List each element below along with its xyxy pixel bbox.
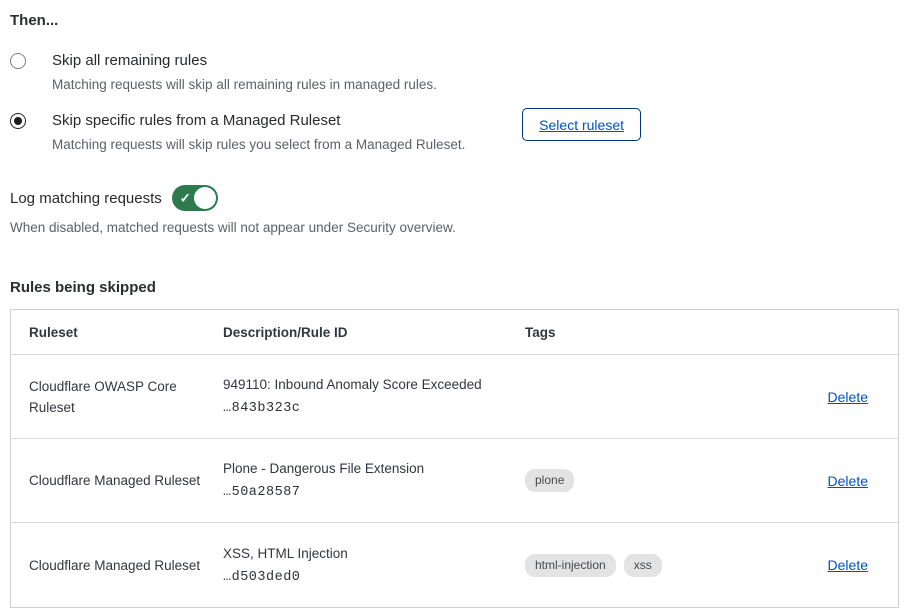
ruleset-name: Cloudflare Managed Ruleset xyxy=(29,555,223,576)
rule-tags: plone xyxy=(525,469,765,492)
radio-label-skip-all[interactable]: Skip all remaining rules xyxy=(52,51,437,71)
waf-rule-action-page: Then... Skip all remaining rules Matchin… xyxy=(0,0,911,614)
tag-badge: plone xyxy=(525,469,574,492)
toggle-check-icon: ✓ xyxy=(180,192,191,205)
log-matching-requests-label: Log matching requests xyxy=(10,190,162,207)
rule-description: Plone - Dangerous File Extension xyxy=(223,461,511,476)
rule-tags: html-injection xss xyxy=(525,554,765,577)
rules-table-title: Rules being skipped xyxy=(10,279,901,296)
table-row: Cloudflare Managed Ruleset XSS, HTML Inj… xyxy=(11,523,898,607)
radio-selected-icon[interactable] xyxy=(10,113,26,129)
column-header-ruleset: Ruleset xyxy=(29,325,223,340)
rule-id: …50a28587 xyxy=(223,485,511,500)
radio-option-skip-all[interactable]: Skip all remaining rules Matching reques… xyxy=(10,51,901,93)
ruleset-name: Cloudflare OWASP Core Ruleset xyxy=(29,376,223,418)
radio-option-skip-specific[interactable]: Skip specific rules from a Managed Rules… xyxy=(10,111,465,153)
rules-being-skipped-table: Ruleset Description/Rule ID Tags Cloudfl… xyxy=(10,309,899,608)
tag-badge: xss xyxy=(624,554,662,577)
column-header-tags: Tags xyxy=(525,325,765,340)
toggle-knob xyxy=(194,187,216,209)
radio-desc-skip-specific: Matching requests will skip rules you se… xyxy=(52,136,465,153)
radio-desc-skip-all: Matching requests will skip all remainin… xyxy=(52,76,437,93)
table-row: Cloudflare Managed Ruleset Plone - Dange… xyxy=(11,439,898,523)
rule-id: …d503ded0 xyxy=(223,570,511,585)
column-header-description: Description/Rule ID xyxy=(223,325,525,340)
table-row: Cloudflare OWASP Core Ruleset 949110: In… xyxy=(11,355,898,439)
radio-unselected-icon[interactable] xyxy=(10,53,26,69)
rule-description: XSS, HTML Injection xyxy=(223,546,511,561)
rule-description: 949110: Inbound Anomaly Score Exceeded xyxy=(223,377,511,392)
delete-rule-link[interactable]: Delete xyxy=(828,557,868,573)
rule-id: …843b323c xyxy=(223,401,511,416)
tag-badge: html-injection xyxy=(525,554,616,577)
ruleset-name: Cloudflare Managed Ruleset xyxy=(29,470,223,491)
then-section-title: Then... xyxy=(10,12,901,29)
action-radio-group: Skip all remaining rules Matching reques… xyxy=(10,51,901,153)
select-ruleset-button[interactable]: Select ruleset xyxy=(522,108,641,141)
delete-rule-link[interactable]: Delete xyxy=(828,473,868,489)
log-matching-requests-toggle[interactable]: ✓ xyxy=(172,185,218,211)
delete-rule-link[interactable]: Delete xyxy=(828,389,868,405)
table-header-row: Ruleset Description/Rule ID Tags xyxy=(11,310,898,355)
radio-label-skip-specific[interactable]: Skip specific rules from a Managed Rules… xyxy=(52,111,465,131)
log-toggle-description: When disabled, matched requests will not… xyxy=(10,220,901,235)
